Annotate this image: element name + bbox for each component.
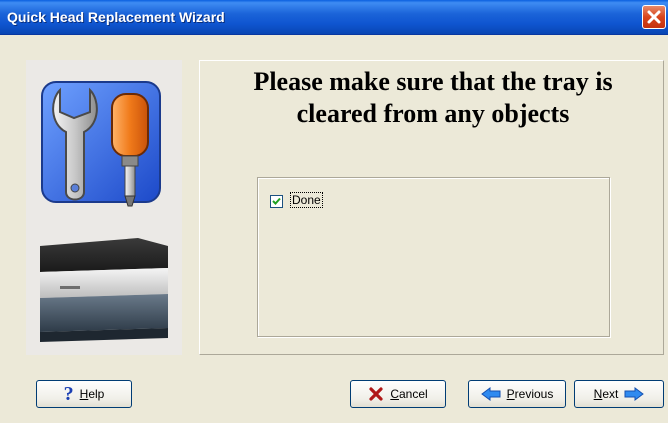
help-button[interactable]: ? Help — [36, 380, 132, 408]
checkmark-icon — [272, 197, 281, 205]
previous-button-label: Previous — [506, 387, 554, 401]
help-button-label: Help — [79, 387, 105, 401]
window-title: Quick Head Replacement Wizard — [7, 9, 225, 25]
done-checkbox[interactable] — [270, 195, 283, 208]
step-instruction: Please make sure that the tray is cleare… — [200, 66, 666, 130]
title-bar: Quick Head Replacement Wizard — [0, 0, 668, 35]
wizard-illustration-panel — [26, 60, 182, 355]
instruction-line-1: Please make sure that the tray is — [253, 67, 613, 96]
close-button[interactable] — [642, 5, 666, 29]
previous-button[interactable]: Previous — [468, 380, 566, 408]
instruction-line-2: cleared from any objects — [296, 99, 570, 128]
arrow-left-icon — [480, 387, 501, 401]
next-button-label: Next — [593, 387, 619, 401]
close-icon — [647, 10, 661, 24]
cancel-button[interactable]: Cancel — [350, 380, 446, 408]
x-icon — [369, 387, 383, 401]
done-checkbox-label[interactable]: Done — [290, 192, 323, 208]
cancel-button-label: Cancel — [390, 387, 428, 401]
next-button[interactable]: Next — [574, 380, 664, 408]
printer-icon — [40, 238, 168, 342]
arrow-right-icon — [624, 387, 645, 401]
question-mark-icon: ? — [63, 383, 74, 405]
